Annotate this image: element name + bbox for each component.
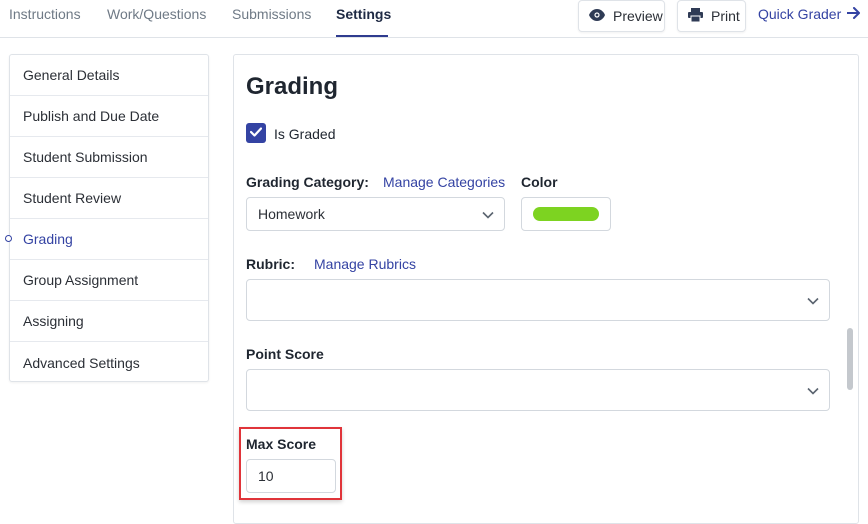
sidebar-item-general-details[interactable]: General Details — [10, 55, 208, 96]
section-title: Grading — [246, 73, 339, 100]
sidebar-item-publish-and-due-date[interactable]: Publish and Due Date — [10, 96, 208, 137]
sidebar-item-assigning[interactable]: Assigning — [10, 301, 208, 342]
point-score-select[interactable] — [246, 369, 830, 411]
print-button[interactable]: Print — [677, 0, 746, 32]
grading-category-value: Homework — [258, 206, 325, 222]
manage-categories-link[interactable]: Manage Categories — [383, 174, 505, 190]
panel-scrollbar[interactable] — [847, 328, 853, 390]
color-swatch — [533, 207, 599, 221]
sidebar-item-student-review[interactable]: Student Review — [10, 178, 208, 219]
chevron-down-icon — [482, 206, 494, 222]
check-icon — [249, 124, 263, 142]
chevron-down-icon — [807, 382, 819, 398]
point-score-label: Point Score — [246, 346, 324, 362]
active-tab-indicator — [336, 35, 388, 37]
max-score-input[interactable] — [246, 459, 336, 493]
grading-category-label: Grading Category: — [246, 174, 369, 190]
manage-rubrics-link[interactable]: Manage Rubrics — [314, 256, 416, 272]
active-item-indicator — [5, 235, 12, 242]
color-picker[interactable] — [521, 197, 611, 231]
top-navigation: Instructions Work/Questions Submissions … — [0, 0, 868, 38]
max-score-label: Max Score — [246, 436, 317, 452]
settings-sidebar: General Details Publish and Due Date Stu… — [9, 54, 209, 382]
tab-instructions[interactable]: Instructions — [9, 6, 81, 22]
tab-work-questions[interactable]: Work/Questions — [107, 6, 206, 22]
sidebar-item-advanced-settings[interactable]: Advanced Settings — [10, 342, 208, 383]
chevron-down-icon — [807, 292, 819, 308]
preview-label: Preview — [613, 8, 663, 24]
tab-settings[interactable]: Settings — [336, 6, 391, 22]
sidebar-item-student-submission[interactable]: Student Submission — [10, 137, 208, 178]
tab-submissions[interactable]: Submissions — [232, 6, 311, 22]
print-label: Print — [711, 8, 740, 24]
eye-icon — [589, 8, 605, 24]
sidebar-item-group-assignment[interactable]: Group Assignment — [10, 260, 208, 301]
color-label: Color — [521, 174, 558, 190]
is-graded-checkbox[interactable] — [246, 123, 266, 143]
preview-button[interactable]: Preview — [578, 0, 665, 32]
quick-grader-label: Quick Grader — [758, 6, 842, 22]
quick-grader-link[interactable]: Quick Grader — [758, 6, 861, 22]
rubric-label: Rubric: — [246, 256, 295, 272]
is-graded-label: Is Graded — [274, 126, 336, 142]
sidebar-item-grading[interactable]: Grading — [10, 219, 208, 260]
rubric-select[interactable] — [246, 279, 830, 321]
arrow-right-icon — [846, 6, 861, 22]
grading-category-select[interactable]: Homework — [246, 197, 505, 231]
printer-icon — [688, 7, 703, 25]
